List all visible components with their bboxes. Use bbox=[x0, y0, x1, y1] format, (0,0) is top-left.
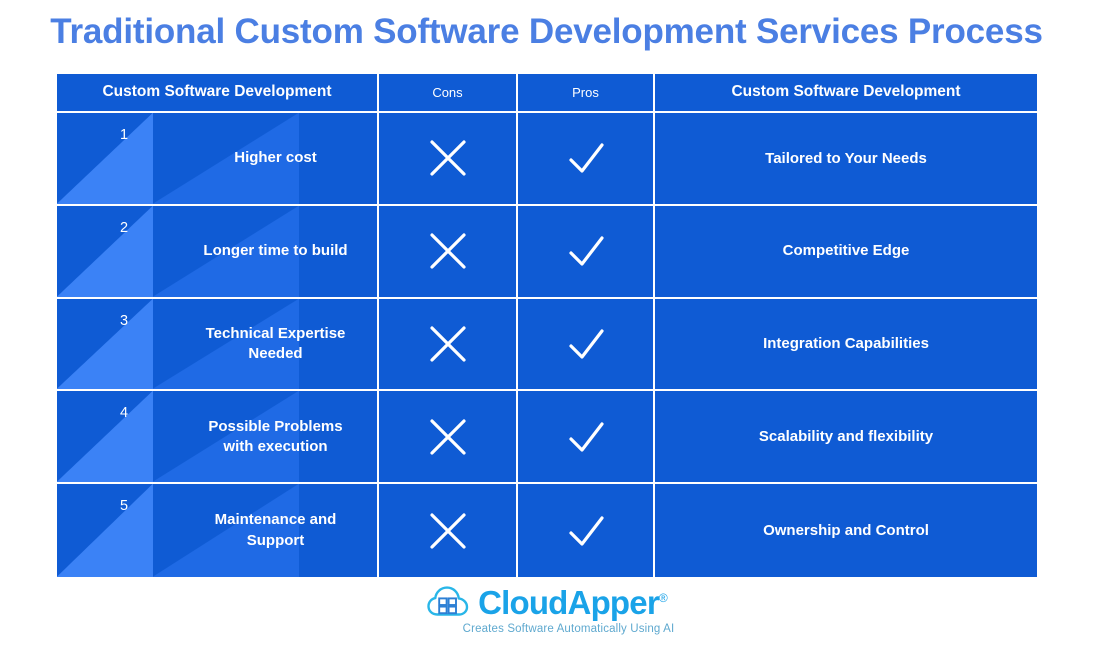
row-con-cell: 5 Maintenance and Support bbox=[57, 484, 379, 577]
logo-name-part1: Cloud bbox=[478, 583, 568, 621]
table-row: 4 Possible Problems with execution Scala… bbox=[57, 391, 1037, 485]
cloud-grid-icon bbox=[427, 586, 469, 616]
row-con-cell: 2 Longer time to build bbox=[57, 205, 379, 299]
table-row: 1 Higher cost Tailored to Your Needs bbox=[57, 113, 1037, 206]
row-con-cell: 1 Higher cost bbox=[57, 113, 379, 206]
cross-icon bbox=[429, 140, 466, 176]
table-header-row: Custom Software Development Cons Pros Cu… bbox=[57, 74, 1037, 113]
con-label: Longer time to build bbox=[203, 242, 348, 260]
logo-tagline: Creates Software Automatically Using AI bbox=[462, 623, 675, 635]
cross-icon bbox=[429, 512, 466, 549]
row-number: 5 bbox=[119, 498, 129, 515]
row-number: 4 bbox=[119, 405, 129, 422]
header-cell-pros: Pros bbox=[518, 74, 655, 113]
row-pros-mark-cell bbox=[518, 391, 655, 485]
cross-icon bbox=[429, 233, 466, 269]
header-cell-cons-title: Custom Software Development bbox=[57, 74, 379, 113]
row-pro-cell: Competitive Edge bbox=[655, 205, 1037, 299]
row-cons-mark-cell bbox=[379, 391, 518, 485]
row-cons-mark-cell bbox=[379, 484, 518, 577]
con-label: Technical Expertise Needed bbox=[205, 324, 346, 362]
row-pros-mark-cell bbox=[518, 298, 655, 392]
logo-wordmark: CloudApper® bbox=[478, 583, 668, 621]
header-cell-cons: Cons bbox=[379, 74, 518, 113]
pro-label: Competitive Edge bbox=[782, 242, 910, 260]
check-icon bbox=[568, 236, 604, 266]
row-pros-mark-cell bbox=[518, 205, 655, 299]
row-pro-cell: Tailored to Your Needs bbox=[655, 113, 1037, 206]
check-icon bbox=[568, 422, 604, 452]
con-label: Maintenance and Support bbox=[214, 511, 337, 549]
registered-trademark-icon: ® bbox=[658, 590, 668, 605]
check-icon bbox=[568, 515, 604, 546]
row-cons-mark-cell bbox=[379, 205, 518, 299]
con-label: Higher cost bbox=[234, 149, 317, 167]
cross-icon bbox=[429, 326, 466, 362]
pro-label: Integration Capabilities bbox=[763, 335, 929, 353]
row-pro-cell: Scalability and flexibility bbox=[655, 391, 1037, 485]
row-number: 3 bbox=[119, 312, 129, 329]
logo-row: CloudApper® bbox=[426, 583, 668, 621]
header-cell-pros-title: Custom Software Development bbox=[655, 74, 1037, 113]
logo-name-part2: Apper bbox=[567, 583, 660, 621]
check-icon bbox=[568, 329, 604, 359]
row-number: 2 bbox=[119, 219, 129, 236]
check-icon bbox=[568, 143, 604, 173]
table-row: 2 Longer time to build Competitive Edge bbox=[57, 205, 1037, 299]
row-pros-mark-cell bbox=[518, 113, 655, 206]
header-label: Custom Software Development bbox=[731, 83, 961, 101]
con-label: Possible Problems with execution bbox=[208, 417, 343, 455]
row-pro-cell: Ownership and Control bbox=[655, 484, 1037, 577]
row-con-cell: 4 Possible Problems with execution bbox=[57, 391, 379, 485]
pro-label: Ownership and Control bbox=[763, 521, 929, 539]
pro-label: Scalability and flexibility bbox=[758, 428, 934, 446]
header-label: Cons bbox=[432, 84, 463, 100]
infographic-page: Traditional Custom Software Development … bbox=[0, 0, 1093, 662]
row-pros-mark-cell bbox=[518, 484, 655, 577]
row-cons-mark-cell bbox=[379, 298, 518, 392]
header-label: Custom Software Development bbox=[102, 83, 332, 101]
row-pro-cell: Integration Capabilities bbox=[655, 298, 1037, 392]
row-cons-mark-cell bbox=[379, 113, 518, 206]
row-con-cell: 3 Technical Expertise Needed bbox=[57, 298, 379, 392]
table-row: 3 Technical Expertise Needed Integration… bbox=[57, 298, 1037, 392]
comparison-table: Custom Software Development Cons Pros Cu… bbox=[57, 74, 1037, 577]
cross-icon bbox=[429, 419, 466, 455]
table-row: 5 Maintenance and Support Ownership and … bbox=[57, 484, 1037, 577]
page-title: Traditional Custom Software Development … bbox=[50, 12, 1043, 51]
cloudapper-logo: CloudApper® Creates Software Automatical… bbox=[0, 584, 1093, 635]
pro-label: Tailored to Your Needs bbox=[765, 149, 927, 167]
row-number: 1 bbox=[119, 127, 129, 143]
header-label: Pros bbox=[572, 84, 599, 100]
